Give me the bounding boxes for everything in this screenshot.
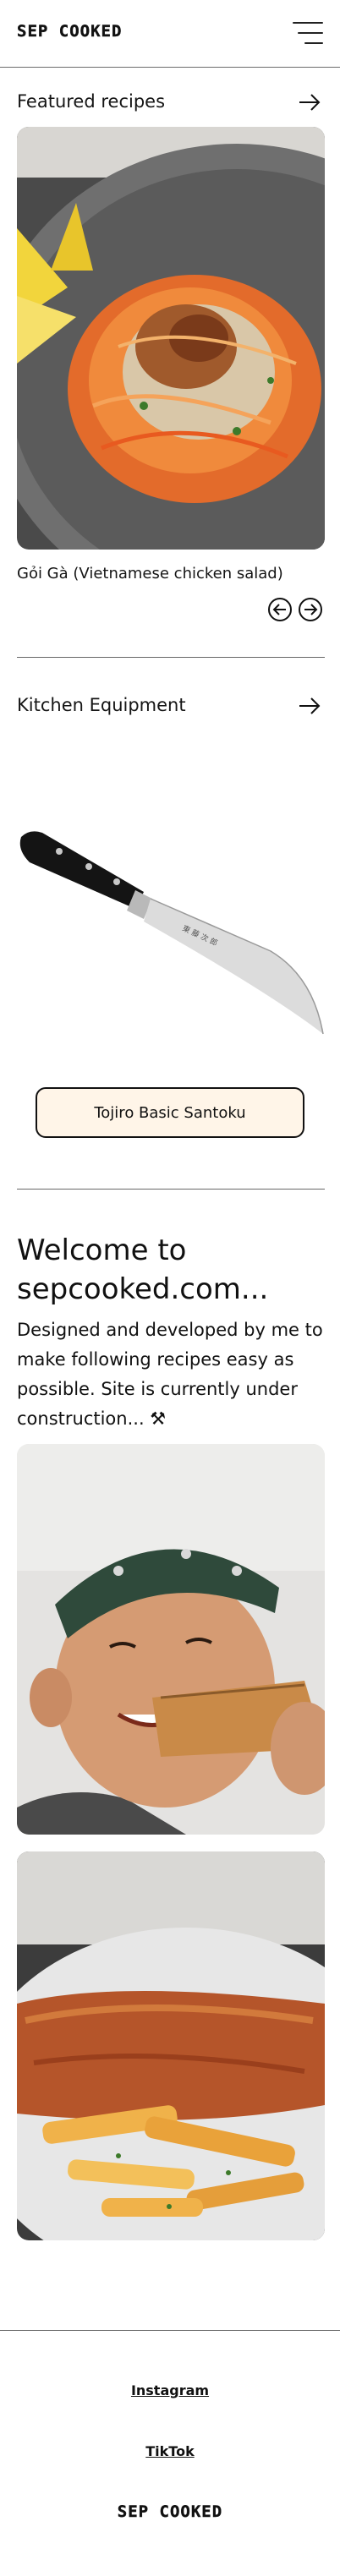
- footer-link-tiktok[interactable]: TikTok: [0, 2443, 340, 2459]
- footer-divider: [0, 2330, 340, 2331]
- featured-recipe-name[interactable]: Gỏi Gà (Vietnamese chicken salad): [17, 565, 283, 582]
- dish-photo: [17, 1851, 325, 2240]
- footer-link-instagram[interactable]: Instagram: [0, 2382, 340, 2398]
- arrow-right-icon[interactable]: [298, 697, 321, 715]
- equipment-item-button[interactable]: Tojiro Basic Santoku: [36, 1087, 304, 1138]
- footer-logo[interactable]: SEP COOKED: [0, 2502, 340, 2521]
- hamburger-menu-icon[interactable]: [293, 22, 323, 44]
- site-logo[interactable]: SEP COOKED: [17, 22, 122, 41]
- author-photo: [17, 1444, 325, 1835]
- site-header: SEP COOKED: [0, 0, 340, 68]
- featured-recipes-title: Featured recipes: [17, 91, 166, 112]
- santoku-knife-image[interactable]: 東 藤 次 郎: [17, 824, 325, 1044]
- welcome-title: Welcome to sepcooked.com...: [17, 1233, 269, 1306]
- kitchen-equipment-title: Kitchen Equipment: [17, 695, 186, 715]
- arrow-right-icon[interactable]: [298, 93, 321, 112]
- featured-recipe-image[interactable]: [17, 127, 325, 550]
- section-divider: [17, 1189, 325, 1190]
- section-divider: [17, 657, 325, 658]
- circle-arrow-left-icon[interactable]: [267, 597, 293, 622]
- welcome-text: Designed and developed by me to make fol…: [17, 1320, 323, 1429]
- circle-arrow-right-icon[interactable]: [298, 597, 323, 622]
